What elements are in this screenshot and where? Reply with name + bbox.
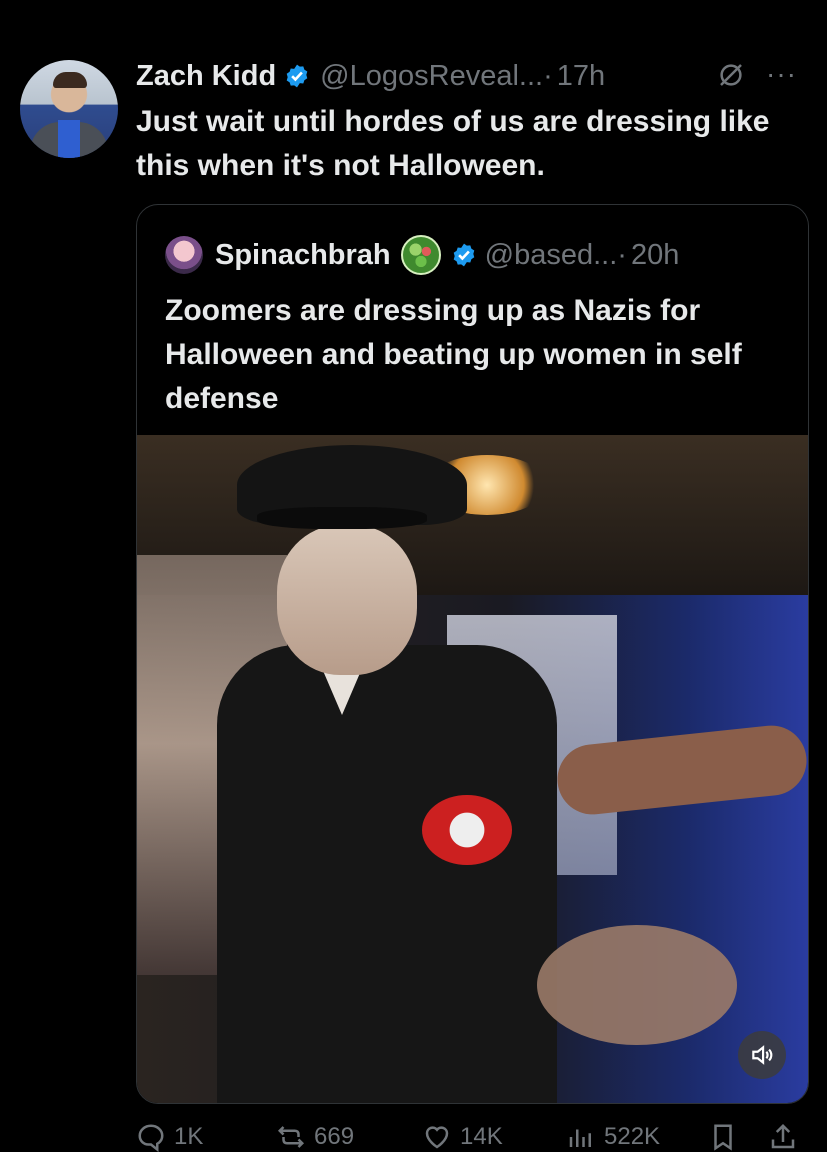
views-count: 522K — [604, 1123, 661, 1150]
separator-dot: · — [617, 238, 627, 271]
repost-icon — [277, 1126, 305, 1148]
grok-icon[interactable] — [716, 60, 746, 90]
like-count: 14K — [460, 1123, 503, 1150]
verified-badge-icon — [286, 64, 308, 88]
spinach-emoji-icon — [400, 235, 441, 275]
reply-count: 1K — [174, 1123, 204, 1150]
bookmark-icon — [714, 1124, 732, 1151]
quoted-author-name[interactable]: Spinachbrah — [215, 239, 391, 272]
repost-button[interactable]: 669 — [276, 1122, 354, 1152]
author-avatar[interactable] — [20, 60, 118, 158]
quoted-time[interactable]: 20h — [631, 239, 679, 272]
tweet-time[interactable]: 17h — [557, 60, 605, 93]
repost-count: 669 — [314, 1123, 355, 1150]
video-media[interactable] — [137, 435, 808, 1103]
tweet-text: Just wait until hordes of us are dressin… — [136, 105, 770, 182]
verified-badge-icon — [453, 243, 474, 267]
sound-icon — [752, 1045, 773, 1065]
views-button[interactable]: 522K — [566, 1122, 660, 1152]
share-icon — [771, 1123, 795, 1149]
author-name[interactable]: Zach Kidd — [136, 60, 276, 93]
more-icon[interactable]: ··· — [766, 58, 797, 90]
views-icon — [569, 1129, 591, 1147]
tweet-header: Zach Kidd @LogosReveal... · 17h — [136, 56, 605, 96]
like-button[interactable]: 14K — [422, 1122, 503, 1152]
quoted-text: Zoomers are dressing up as Nazis for Hal… — [165, 294, 742, 415]
share-button[interactable] — [768, 1122, 798, 1152]
reply-icon — [138, 1124, 164, 1152]
like-icon — [425, 1126, 449, 1149]
action-bar: 1K 669 14K 522K — [136, 1122, 807, 1152]
quoted-handle[interactable]: @based... — [485, 239, 618, 272]
separator-dot: · — [543, 59, 553, 92]
bookmark-button[interactable] — [708, 1122, 738, 1152]
sound-button[interactable] — [738, 1031, 786, 1079]
quoted-header: Spinachbrah @based... · 20h — [165, 235, 679, 275]
quoted-tweet[interactable]: Spinachbrah @based... · 20h Zoomers are … — [136, 204, 809, 1104]
author-handle[interactable]: @LogosReveal... — [320, 60, 543, 93]
quoted-avatar[interactable] — [165, 236, 203, 274]
reply-button[interactable]: 1K — [136, 1122, 203, 1152]
